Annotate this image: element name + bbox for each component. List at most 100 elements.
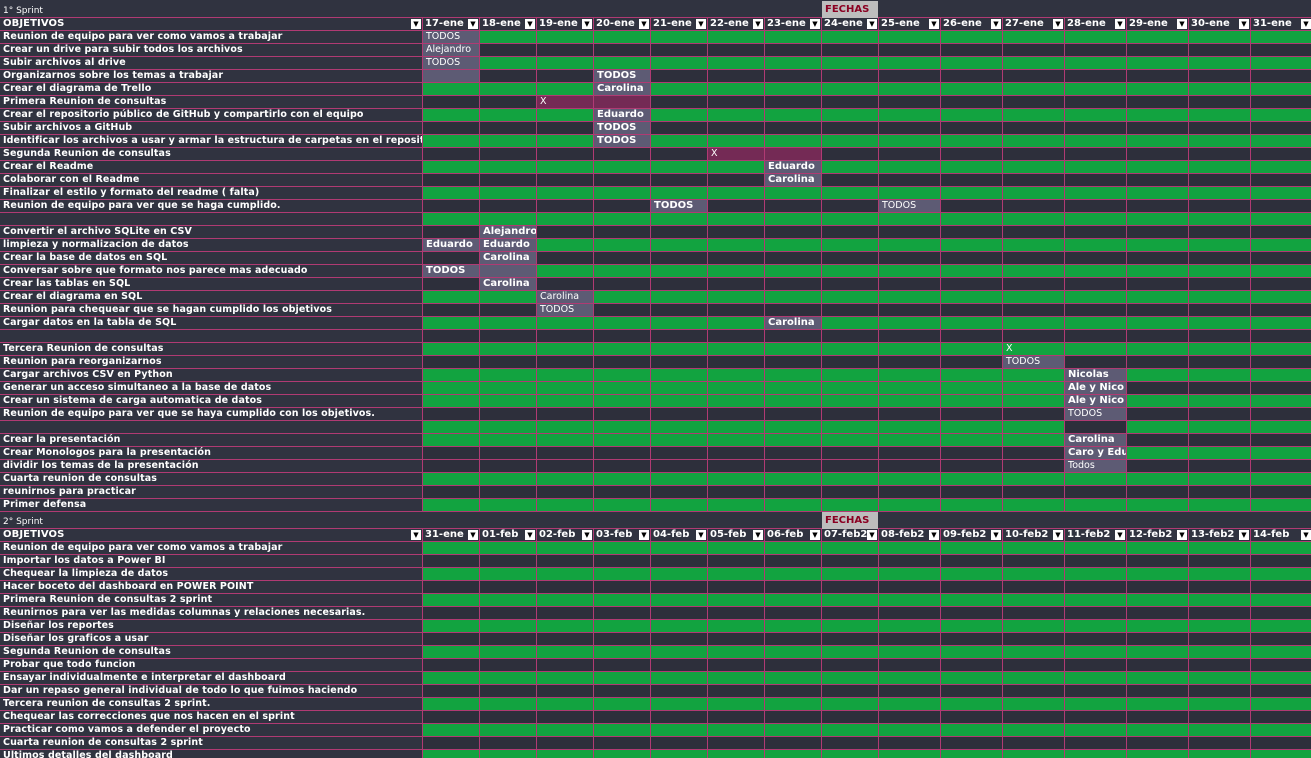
date-cell[interactable] bbox=[1127, 239, 1189, 252]
date-cell[interactable] bbox=[537, 382, 594, 395]
date-cell[interactable] bbox=[879, 174, 941, 187]
date-cell[interactable] bbox=[1189, 148, 1251, 161]
date-cell[interactable] bbox=[1189, 252, 1251, 265]
date-cell[interactable] bbox=[1127, 594, 1189, 607]
date-cell[interactable] bbox=[879, 711, 941, 724]
filter-dropdown-icon[interactable]: ▼ bbox=[1301, 19, 1311, 29]
filter-dropdown-icon[interactable]: ▼ bbox=[991, 530, 1001, 540]
date-cell[interactable] bbox=[480, 395, 537, 408]
date-cell[interactable] bbox=[537, 568, 594, 581]
date-cell[interactable] bbox=[1003, 70, 1065, 83]
date-cell[interactable] bbox=[941, 737, 1003, 750]
date-cell[interactable] bbox=[423, 499, 480, 512]
date-cell[interactable] bbox=[941, 542, 1003, 555]
date-cell[interactable] bbox=[765, 44, 822, 57]
date-cell[interactable] bbox=[423, 607, 480, 620]
date-cell[interactable] bbox=[1127, 174, 1189, 187]
date-cell[interactable] bbox=[651, 568, 708, 581]
date-cell[interactable] bbox=[765, 607, 822, 620]
date-cell[interactable] bbox=[651, 685, 708, 698]
date-cell[interactable] bbox=[651, 330, 708, 343]
date-cell[interactable] bbox=[1127, 213, 1189, 226]
date-cell[interactable] bbox=[1065, 356, 1127, 369]
objective-cell[interactable] bbox=[0, 330, 423, 343]
date-cell[interactable] bbox=[1127, 685, 1189, 698]
date-cell[interactable] bbox=[1065, 291, 1127, 304]
date-cell[interactable] bbox=[1189, 659, 1251, 672]
date-cell[interactable] bbox=[423, 226, 480, 239]
date-cell[interactable] bbox=[941, 486, 1003, 499]
date-cell[interactable] bbox=[1003, 607, 1065, 620]
date-cell[interactable] bbox=[941, 252, 1003, 265]
date-cell[interactable] bbox=[537, 408, 594, 421]
date-cell[interactable] bbox=[708, 620, 765, 633]
date-cell[interactable] bbox=[879, 555, 941, 568]
date-cell[interactable] bbox=[1065, 724, 1127, 737]
filter-dropdown-icon[interactable]: ▼ bbox=[1177, 530, 1187, 540]
assignment-cell[interactable]: TODOS bbox=[1003, 356, 1065, 369]
date-cell[interactable] bbox=[1003, 44, 1065, 57]
date-cell[interactable] bbox=[423, 659, 480, 672]
assignment-cell[interactable]: Eduardo bbox=[765, 161, 822, 174]
date-cell[interactable] bbox=[765, 213, 822, 226]
objective-cell[interactable]: Crear la presentación bbox=[0, 434, 423, 447]
date-cell[interactable] bbox=[1003, 330, 1065, 343]
date-cell[interactable] bbox=[480, 291, 537, 304]
date-cell[interactable] bbox=[1189, 122, 1251, 135]
objective-cell[interactable]: dividir los temas de la presentación bbox=[0, 460, 423, 473]
date-cell[interactable] bbox=[594, 369, 651, 382]
date-cell[interactable] bbox=[941, 96, 1003, 109]
date-cell[interactable] bbox=[1251, 646, 1311, 659]
date-cell[interactable] bbox=[1251, 395, 1311, 408]
date-cell[interactable] bbox=[822, 633, 879, 646]
date-cell[interactable] bbox=[1189, 356, 1251, 369]
date-cell[interactable] bbox=[1251, 473, 1311, 486]
date-cell[interactable] bbox=[594, 44, 651, 57]
assignment-cell[interactable]: Carolina bbox=[765, 174, 822, 187]
date-cell[interactable] bbox=[423, 187, 480, 200]
date-cell[interactable] bbox=[1003, 83, 1065, 96]
date-cell[interactable] bbox=[480, 174, 537, 187]
date-cell[interactable] bbox=[1189, 408, 1251, 421]
date-cell[interactable] bbox=[1127, 278, 1189, 291]
date-cell[interactable] bbox=[822, 421, 879, 434]
date-cell[interactable] bbox=[651, 343, 708, 356]
date-cell[interactable] bbox=[941, 161, 1003, 174]
date-cell[interactable] bbox=[1065, 187, 1127, 200]
date-cell[interactable] bbox=[480, 594, 537, 607]
date-cell[interactable] bbox=[879, 581, 941, 594]
assignment-cell[interactable]: Eduardo bbox=[594, 109, 651, 122]
date-cell[interactable] bbox=[537, 239, 594, 252]
date-cell[interactable] bbox=[708, 330, 765, 343]
date-cell[interactable] bbox=[1251, 685, 1311, 698]
date-cell[interactable] bbox=[1251, 213, 1311, 226]
date-cell[interactable] bbox=[1003, 473, 1065, 486]
date-cell[interactable] bbox=[822, 685, 879, 698]
date-cell[interactable] bbox=[765, 421, 822, 434]
filter-dropdown-icon[interactable]: ▼ bbox=[810, 19, 820, 29]
date-cell[interactable] bbox=[822, 646, 879, 659]
date-cell[interactable] bbox=[651, 161, 708, 174]
assignment-cell[interactable]: Carolina bbox=[594, 83, 651, 96]
date-cell[interactable] bbox=[1127, 31, 1189, 44]
date-cell[interactable] bbox=[941, 109, 1003, 122]
date-cell[interactable] bbox=[651, 174, 708, 187]
date-cell[interactable] bbox=[879, 122, 941, 135]
objective-cell[interactable]: Crear el Readme bbox=[0, 161, 423, 174]
date-cell[interactable] bbox=[423, 200, 480, 213]
date-cell[interactable] bbox=[1065, 750, 1127, 758]
assignment-cell[interactable]: TODOS bbox=[594, 135, 651, 148]
date-cell[interactable] bbox=[537, 395, 594, 408]
date-cell[interactable] bbox=[651, 109, 708, 122]
date-cell[interactable] bbox=[480, 330, 537, 343]
date-cell[interactable] bbox=[708, 265, 765, 278]
date-cell[interactable] bbox=[708, 659, 765, 672]
date-cell[interactable] bbox=[537, 633, 594, 646]
date-cell[interactable] bbox=[708, 57, 765, 70]
date-cell[interactable] bbox=[1251, 57, 1311, 70]
date-cell[interactable] bbox=[1189, 672, 1251, 685]
date-cell[interactable] bbox=[480, 70, 537, 83]
date-cell[interactable] bbox=[1127, 252, 1189, 265]
date-cell[interactable] bbox=[423, 408, 480, 421]
date-cell[interactable] bbox=[941, 499, 1003, 512]
